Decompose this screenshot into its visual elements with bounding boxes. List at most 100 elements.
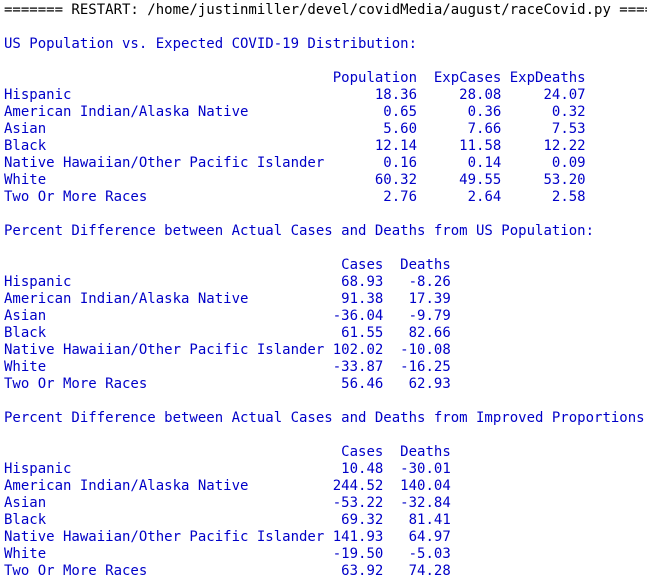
- row-value: 91.38: [324, 291, 384, 307]
- header-spacer: [4, 70, 324, 86]
- row-value: 0.36: [417, 104, 502, 120]
- row-label: Hispanic: [4, 87, 325, 103]
- row-label: Two Or More Races: [4, 563, 325, 579]
- table-row: Hispanic 10.48 -30.01: [4, 461, 647, 478]
- row-label: American Indian/Alaska Native: [4, 291, 325, 307]
- row-value: 7.66: [417, 121, 502, 137]
- section3-header-row: Cases Deaths: [4, 444, 647, 461]
- row-value: 56.46: [324, 376, 384, 392]
- header-population: Population: [324, 70, 418, 86]
- row-value: -10.08: [383, 342, 451, 358]
- section2-heading: Percent Difference between Actual Cases …: [4, 223, 595, 239]
- row-label: White: [4, 172, 325, 188]
- row-value: 49.55: [417, 172, 502, 188]
- row-value: -30.01: [383, 461, 451, 477]
- row-value: 82.66: [383, 325, 451, 341]
- row-value: 2.58: [501, 189, 586, 205]
- row-value: 12.22: [501, 138, 586, 154]
- row-label: Black: [4, 512, 325, 528]
- restart-banner: ======= RESTART: /home/justinmiller/deve…: [4, 2, 647, 18]
- row-value: 74.28: [383, 563, 451, 579]
- row-value: 2.64: [417, 189, 502, 205]
- row-value: 28.08: [417, 87, 502, 103]
- header-deaths: Deaths: [383, 257, 451, 273]
- row-value: -33.87: [324, 359, 384, 375]
- table-row: Two Or More Races 2.76 2.64 2.58: [4, 189, 647, 206]
- row-value: 0.14: [417, 155, 502, 171]
- row-value: 12.14: [324, 138, 418, 154]
- row-value: 53.20: [501, 172, 586, 188]
- header-expdeaths: ExpDeaths: [501, 70, 586, 86]
- row-value: 0.09: [501, 155, 586, 171]
- table-row: American Indian/Alaska Native 0.65 0.36 …: [4, 104, 647, 121]
- row-value: 11.58: [417, 138, 502, 154]
- row-label: Black: [4, 138, 325, 154]
- row-value: 64.97: [383, 529, 451, 545]
- row-value: 0.32: [501, 104, 586, 120]
- shell-output[interactable]: ======= RESTART: /home/justinmiller/deve…: [4, 2, 647, 580]
- section1-heading: US Population vs. Expected COVID-19 Dist…: [4, 36, 418, 52]
- row-value: 68.93: [324, 274, 384, 290]
- table-row: Hispanic 68.93 -8.26: [4, 274, 647, 291]
- row-label: Asian: [4, 495, 325, 511]
- header-spacer: [4, 444, 324, 460]
- row-value: 141.93: [324, 529, 384, 545]
- row-value: 0.65: [324, 104, 418, 120]
- row-value: 102.02: [324, 342, 384, 358]
- table-row: White -33.87 -16.25: [4, 359, 647, 376]
- table-row: Black 12.14 11.58 12.22: [4, 138, 647, 155]
- table-row: White 60.32 49.55 53.20: [4, 172, 647, 189]
- row-value: 69.32: [324, 512, 384, 528]
- row-label: Native Hawaiian/Other Pacific Islander: [4, 529, 325, 545]
- table-row: Two Or More Races 63.92 74.28: [4, 563, 647, 580]
- row-value: 2.76: [324, 189, 418, 205]
- row-label: Asian: [4, 121, 325, 137]
- row-label: American Indian/Alaska Native: [4, 478, 325, 494]
- row-value: 0.16: [324, 155, 418, 171]
- row-label: Native Hawaiian/Other Pacific Islander: [4, 342, 325, 358]
- row-value: -36.04: [324, 308, 384, 324]
- row-value: -8.26: [383, 274, 451, 290]
- row-value: 60.32: [324, 172, 418, 188]
- header-deaths: Deaths: [383, 444, 451, 460]
- row-label: Hispanic: [4, 461, 325, 477]
- row-label: White: [4, 546, 325, 562]
- row-value: 18.36: [324, 87, 418, 103]
- row-value: 61.55: [324, 325, 384, 341]
- row-value: 7.53: [501, 121, 586, 137]
- row-value: 62.93: [383, 376, 451, 392]
- row-label: Hispanic: [4, 274, 325, 290]
- section3-heading: Percent Difference between Actual Cases …: [4, 410, 647, 426]
- row-value: 140.04: [383, 478, 451, 494]
- table-row: Black 69.32 81.41: [4, 512, 647, 529]
- row-value: 24.07: [501, 87, 586, 103]
- row-value: 244.52: [324, 478, 384, 494]
- table-row: Asian 5.60 7.66 7.53: [4, 121, 647, 138]
- row-label: Asian: [4, 308, 325, 324]
- row-value: 81.41: [383, 512, 451, 528]
- row-value: 17.39: [383, 291, 451, 307]
- row-value: -32.84: [383, 495, 451, 511]
- section1-header-row: Population ExpCases ExpDeaths: [4, 70, 647, 87]
- table-row: Two Or More Races 56.46 62.93: [4, 376, 647, 393]
- table-row: American Indian/Alaska Native 244.52 140…: [4, 478, 647, 495]
- row-value: 10.48: [324, 461, 384, 477]
- table-row: Asian -36.04 -9.79: [4, 308, 647, 325]
- row-label: White: [4, 359, 325, 375]
- table-row: Hispanic 18.36 28.08 24.07: [4, 87, 647, 104]
- table-row: Asian -53.22 -32.84: [4, 495, 647, 512]
- row-value: -53.22: [324, 495, 384, 511]
- row-label: Black: [4, 325, 325, 341]
- row-label: American Indian/Alaska Native: [4, 104, 325, 120]
- table-row: White -19.50 -5.03: [4, 546, 647, 563]
- table-row: Native Hawaiian/Other Pacific Islander 0…: [4, 155, 647, 172]
- row-value: -19.50: [324, 546, 384, 562]
- header-spacer: [4, 257, 324, 273]
- section2-header-row: Cases Deaths: [4, 257, 647, 274]
